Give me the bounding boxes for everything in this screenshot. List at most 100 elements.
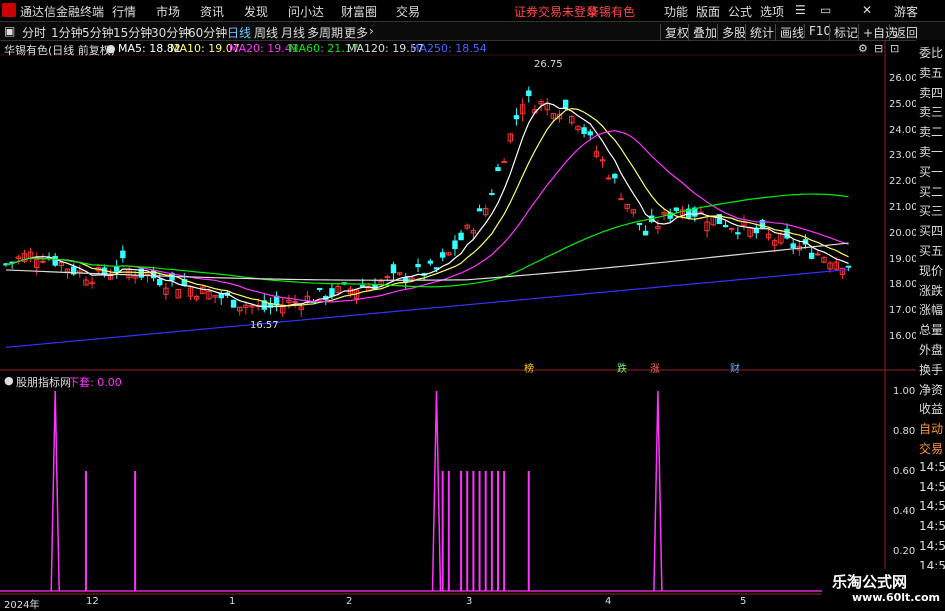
- indicator-settings-icon[interactable]: ●: [4, 374, 14, 387]
- marker-bang[interactable]: 榜: [524, 360, 534, 375]
- x-label-4: 4: [605, 596, 612, 607]
- quote-panel-label: 涨跌: [919, 283, 944, 298]
- candle-body: [52, 255, 58, 266]
- candle-body: [673, 207, 680, 211]
- quote-panel-label: 卖一: [919, 145, 944, 159]
- candle-body: [316, 287, 323, 290]
- price-axis-label: 18.00: [889, 279, 918, 291]
- candle-body: [120, 250, 126, 259]
- quote-panel-label: 涨幅: [919, 303, 944, 318]
- marker-cai[interactable]: 财: [730, 360, 740, 375]
- candle-body: [808, 252, 815, 259]
- indicator-name: 股朋指标网: [16, 376, 71, 389]
- candle-body: [606, 177, 612, 180]
- candle-body: [587, 131, 593, 136]
- indicator-axis-1: 1.00: [893, 386, 916, 397]
- candle-body: [384, 276, 391, 279]
- quote-panel-label: 交易: [919, 442, 944, 456]
- gear-icon[interactable]: ⚙: [858, 42, 868, 55]
- ma120-line: [5, 242, 849, 281]
- x-label-12: 12: [86, 596, 99, 607]
- quote-panel-label: 总量: [919, 323, 944, 338]
- candle-body: [636, 222, 643, 225]
- candle-body: [790, 243, 796, 249]
- price-axis-label: 20.00: [889, 227, 918, 239]
- quote-panel-label: 现价: [919, 263, 944, 278]
- quote-panel-label: 14:56: [919, 459, 945, 474]
- indicator-axis-08: 0.80: [893, 426, 916, 437]
- candle-body: [729, 227, 735, 230]
- candle-body: [114, 265, 120, 272]
- quote-panel-label: 买四: [919, 224, 944, 239]
- candle-body: [845, 265, 852, 268]
- quote-panel-label: 买二: [919, 184, 944, 199]
- quote-panel-label: 卖四: [919, 85, 944, 100]
- candle-body: [439, 252, 446, 258]
- candle-body: [230, 299, 237, 308]
- quote-panel-label: 卖五: [919, 65, 944, 80]
- quote-panel-label: 自动: [919, 422, 944, 437]
- quote-panel-label: 买五: [919, 244, 944, 258]
- quote-panel: 委比 卖五 卖四 卖三 卖二 卖一 买一 买二 买三 买四 买五 现价 涨跌 涨幅 总量 外盘 换手 净资 收益 自动…: [916, 40, 945, 609]
- marker-die[interactable]: 跌: [617, 360, 627, 375]
- indicator-spike: [653, 390, 663, 592]
- quote-panel-label: 14:56: [919, 519, 945, 534]
- candle-body: [360, 285, 366, 288]
- quote-panel-label: 买三: [919, 204, 944, 219]
- quote-panel-label: 净资: [919, 382, 944, 397]
- price-axis-label: 16.00: [889, 331, 918, 342]
- collapse-icon[interactable]: ⊟: [874, 42, 883, 55]
- ma250-legend: MA250: 18.54: [410, 42, 487, 55]
- candle-body: [612, 173, 618, 179]
- candle-body: [513, 115, 520, 120]
- price-axis-label: 17.00: [889, 305, 918, 317]
- candle-body: [526, 90, 532, 97]
- quote-panel-label: 收益: [919, 402, 944, 417]
- indicator-spike: [431, 390, 442, 592]
- quote-panel-label: 卖二: [919, 125, 944, 140]
- candle-body: [642, 230, 649, 236]
- indicator-value: 下套: 0.00: [68, 376, 122, 389]
- indicator-axis-04: 0.40: [893, 506, 916, 517]
- candle-body: [452, 240, 458, 250]
- price-axis-label: 19.00: [889, 253, 918, 265]
- indicator-axis-06: 0.60: [893, 466, 916, 477]
- ma10-line: [5, 107, 849, 307]
- indicator-spike: [50, 390, 60, 592]
- price-axis-label: 24.00: [889, 124, 918, 136]
- candle-body: [784, 228, 790, 239]
- expand-icon[interactable]: ⊡: [890, 42, 899, 55]
- candle-body: [735, 232, 741, 235]
- watermark-title: 乐淘公式网: [832, 573, 908, 591]
- marker-zhang[interactable]: 涨: [650, 360, 660, 375]
- watermark-url: www.60lt.com: [852, 591, 941, 604]
- price-axis-label: 22.00: [889, 176, 918, 188]
- quote-panel-label: 14:56: [919, 499, 945, 514]
- price-axis-label: 25.00: [889, 98, 918, 110]
- x-label-3: 3: [466, 596, 473, 607]
- x-label-5: 5: [740, 596, 747, 607]
- high-price-label: 26.75: [534, 59, 563, 70]
- candle-body: [722, 224, 729, 228]
- quote-panel-label: 买一: [919, 164, 944, 179]
- candle-body: [581, 127, 587, 135]
- candle-body: [501, 161, 507, 164]
- ma250-line: [5, 268, 849, 348]
- candle-body: [458, 232, 464, 241]
- quote-panel-label: 外盘: [919, 343, 944, 357]
- kline-chart[interactable]: [0, 0, 945, 609]
- candle-body: [489, 193, 495, 196]
- quote-panel-label: 卖三: [919, 105, 944, 120]
- x-label-1: 1: [229, 596, 236, 607]
- price-axis-label: 26.00: [889, 73, 918, 84]
- price-axis-label: 21.00: [889, 202, 918, 213]
- candle-body: [618, 198, 624, 201]
- low-price-label: 16.57: [250, 320, 279, 331]
- stock-legend: 华锡有色(日线 前复权): [4, 44, 116, 57]
- x-label-2: 2: [346, 596, 353, 607]
- quote-panel-label: 委比: [919, 46, 944, 60]
- indicator-axis-02: 0.20: [893, 546, 916, 557]
- quote-panel-label: 14:56: [919, 479, 945, 494]
- candle-body: [427, 260, 434, 264]
- settings-dot-icon[interactable]: ●: [106, 42, 116, 55]
